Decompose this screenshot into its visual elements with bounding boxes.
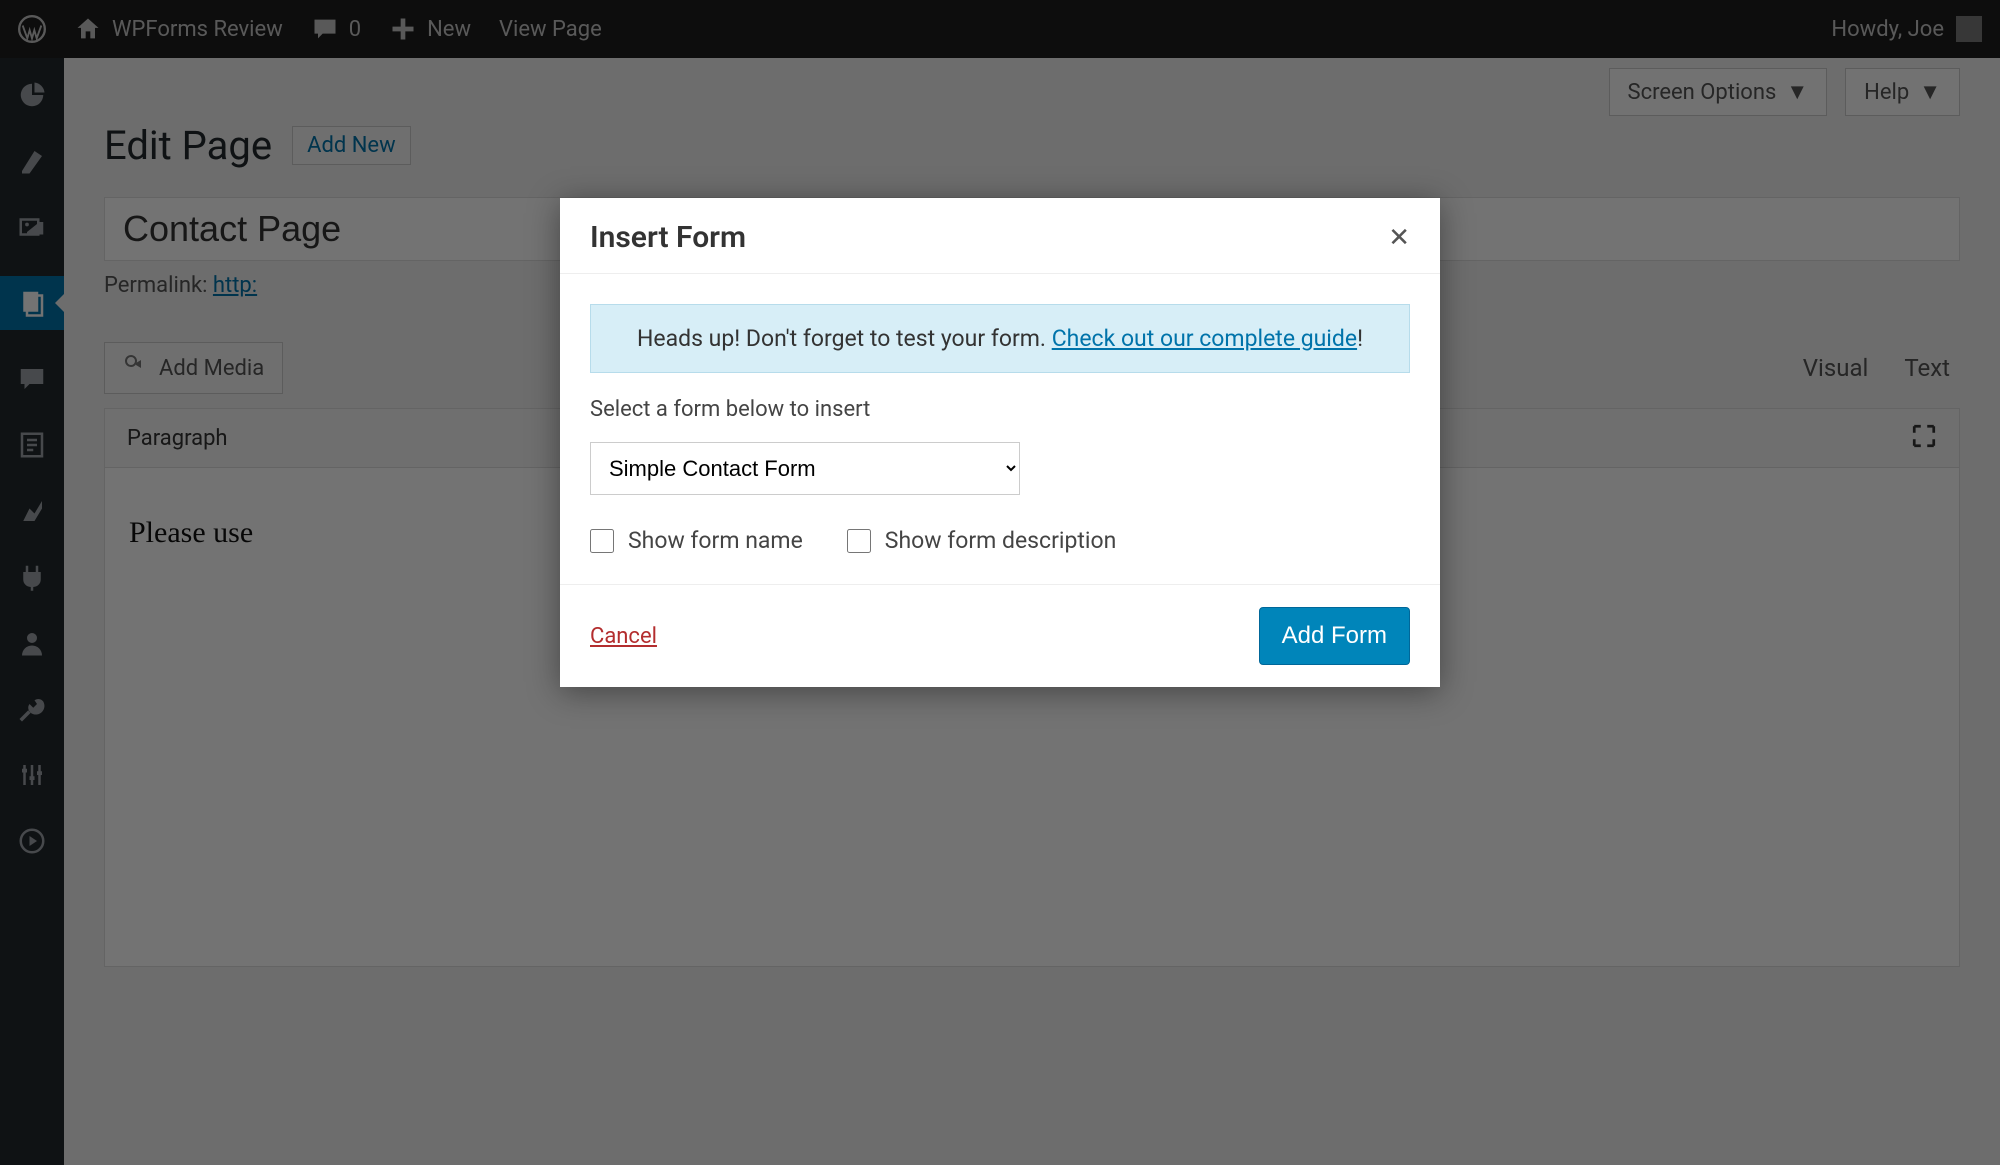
close-icon[interactable]: ✕	[1388, 223, 1410, 253]
alert-suffix: !	[1357, 325, 1363, 352]
show-desc-checkbox[interactable]: Show form description	[847, 527, 1117, 554]
show-name-input[interactable]	[590, 529, 614, 553]
alert-box: Heads up! Don't forget to test your form…	[590, 304, 1410, 373]
cancel-link[interactable]: Cancel	[590, 624, 657, 649]
insert-form-modal: Insert Form ✕ Heads up! Don't forget to …	[560, 198, 1440, 687]
select-label: Select a form below to insert	[590, 397, 1410, 422]
show-name-label: Show form name	[628, 527, 803, 554]
alert-prefix: Heads up! Don't forget to test your form…	[637, 325, 1052, 352]
show-desc-label: Show form description	[885, 527, 1117, 554]
modal-title: Insert Form	[590, 220, 746, 255]
form-select[interactable]: Simple Contact Form	[590, 442, 1020, 495]
add-form-button[interactable]: Add Form	[1259, 607, 1410, 665]
show-desc-input[interactable]	[847, 529, 871, 553]
alert-link[interactable]: Check out our complete guide	[1052, 325, 1357, 352]
show-name-checkbox[interactable]: Show form name	[590, 527, 803, 554]
